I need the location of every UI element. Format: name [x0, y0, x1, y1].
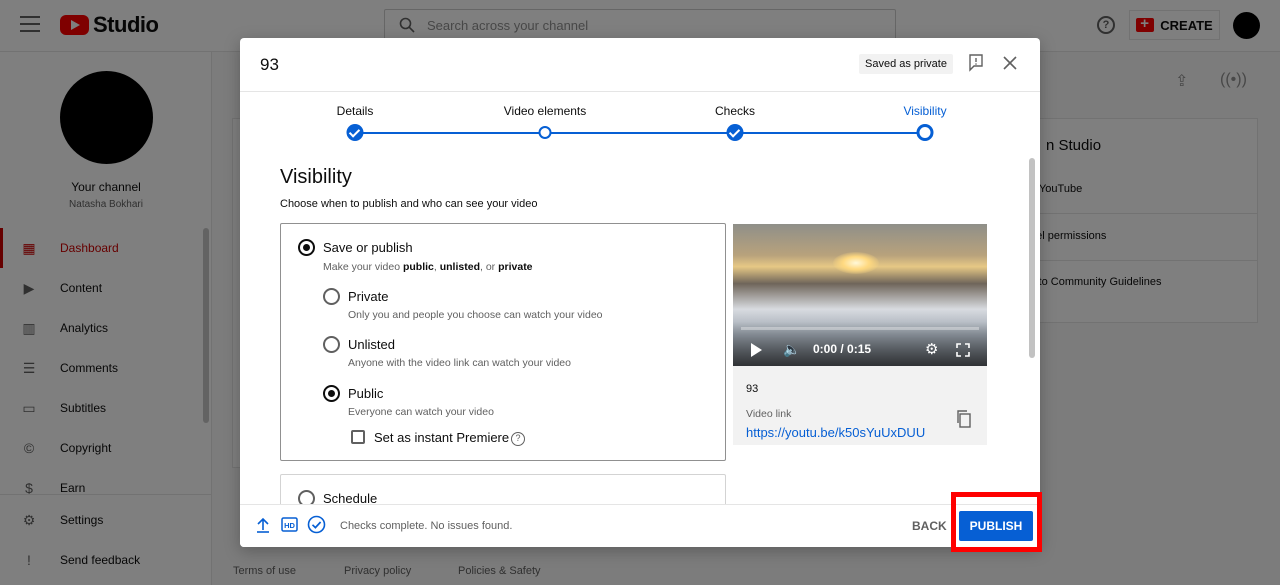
step-visibility-dot[interactable]: [916, 124, 934, 141]
schedule-radio[interactable]: [298, 490, 315, 504]
step-details-check-icon[interactable]: [346, 124, 364, 141]
premiere-help-icon[interactable]: ?: [511, 432, 525, 446]
player-settings-icon[interactable]: ⚙: [925, 340, 938, 358]
upload-stepper: Details Video elements Checks Visibility: [240, 92, 1040, 142]
instant-premiere-label[interactable]: Set as instant Premiere: [374, 430, 509, 445]
public-label[interactable]: Public: [348, 386, 383, 401]
schedule-card: Schedule: [280, 474, 726, 504]
public-description: Everyone can watch your video: [348, 406, 494, 418]
back-button[interactable]: BACK: [912, 519, 947, 533]
copy-link-icon[interactable]: [956, 410, 972, 428]
unlisted-radio[interactable]: [323, 336, 340, 353]
step-checks-check-icon[interactable]: [726, 124, 744, 141]
video-progress-bar[interactable]: [741, 327, 979, 330]
video-link[interactable]: https://youtu.be/k50sYuUxDUU: [746, 425, 925, 440]
video-preview-card: 🔈 0:00 / 0:15 ⚙ 93 Video link https://yo…: [733, 224, 987, 445]
save-or-publish-description: Make your video public, unlisted, or pri…: [323, 261, 533, 273]
saved-status-badge: Saved as private: [859, 54, 953, 74]
public-radio[interactable]: [323, 385, 340, 402]
unlisted-label[interactable]: Unlisted: [348, 337, 395, 352]
video-thumbnail-sun: [833, 252, 879, 274]
visibility-subtitle: Choose when to publish and who can see y…: [280, 198, 538, 210]
step-video-elements-label[interactable]: Video elements: [504, 104, 587, 118]
dialog-content: Visibility Choose when to publish and wh…: [240, 142, 1040, 504]
dialog-title: 93: [260, 55, 279, 74]
visibility-heading: Visibility: [280, 166, 352, 188]
volume-icon[interactable]: 🔈: [783, 341, 800, 358]
instant-premiere-checkbox[interactable]: [351, 430, 365, 444]
fullscreen-icon[interactable]: [956, 343, 970, 357]
video-time: 0:00 / 0:15: [813, 342, 872, 356]
private-description: Only you and people you choose can watch…: [348, 309, 603, 321]
close-icon[interactable]: [1002, 55, 1018, 71]
step-details-label[interactable]: Details: [337, 104, 374, 118]
save-or-publish-card: Save or publish Make your video public, …: [280, 223, 726, 461]
report-feedback-icon[interactable]: [969, 54, 983, 72]
unlisted-description: Anyone with the video link can watch you…: [348, 357, 571, 369]
svg-text:HD: HD: [284, 521, 295, 530]
private-radio[interactable]: [323, 288, 340, 305]
schedule-label[interactable]: Schedule: [323, 491, 377, 504]
dialog-scrollbar[interactable]: [1029, 158, 1035, 358]
preview-video-title: 93: [746, 383, 759, 395]
video-player[interactable]: 🔈 0:00 / 0:15 ⚙: [733, 224, 987, 366]
upload-status-icon[interactable]: [256, 517, 270, 533]
step-visibility-label[interactable]: Visibility: [903, 104, 946, 118]
step-checks-label[interactable]: Checks: [715, 104, 755, 118]
publish-button-highlight: [951, 492, 1042, 552]
video-link-caption: Video link: [746, 408, 792, 420]
dialog-footer: HD Checks complete. No issues found. BAC…: [240, 504, 1040, 547]
checks-status-text: Checks complete. No issues found.: [340, 520, 513, 532]
private-label[interactable]: Private: [348, 289, 388, 304]
play-icon[interactable]: [751, 343, 762, 357]
save-or-publish-radio[interactable]: [298, 239, 315, 256]
save-or-publish-label[interactable]: Save or publish: [323, 240, 413, 255]
hd-processing-icon[interactable]: HD: [281, 517, 298, 532]
stepper-line: [355, 132, 925, 134]
checks-complete-icon[interactable]: [307, 515, 326, 534]
publish-dialog: 93 Saved as private Details Video elemen…: [240, 38, 1040, 547]
step-video-elements-dot[interactable]: [538, 126, 552, 139]
